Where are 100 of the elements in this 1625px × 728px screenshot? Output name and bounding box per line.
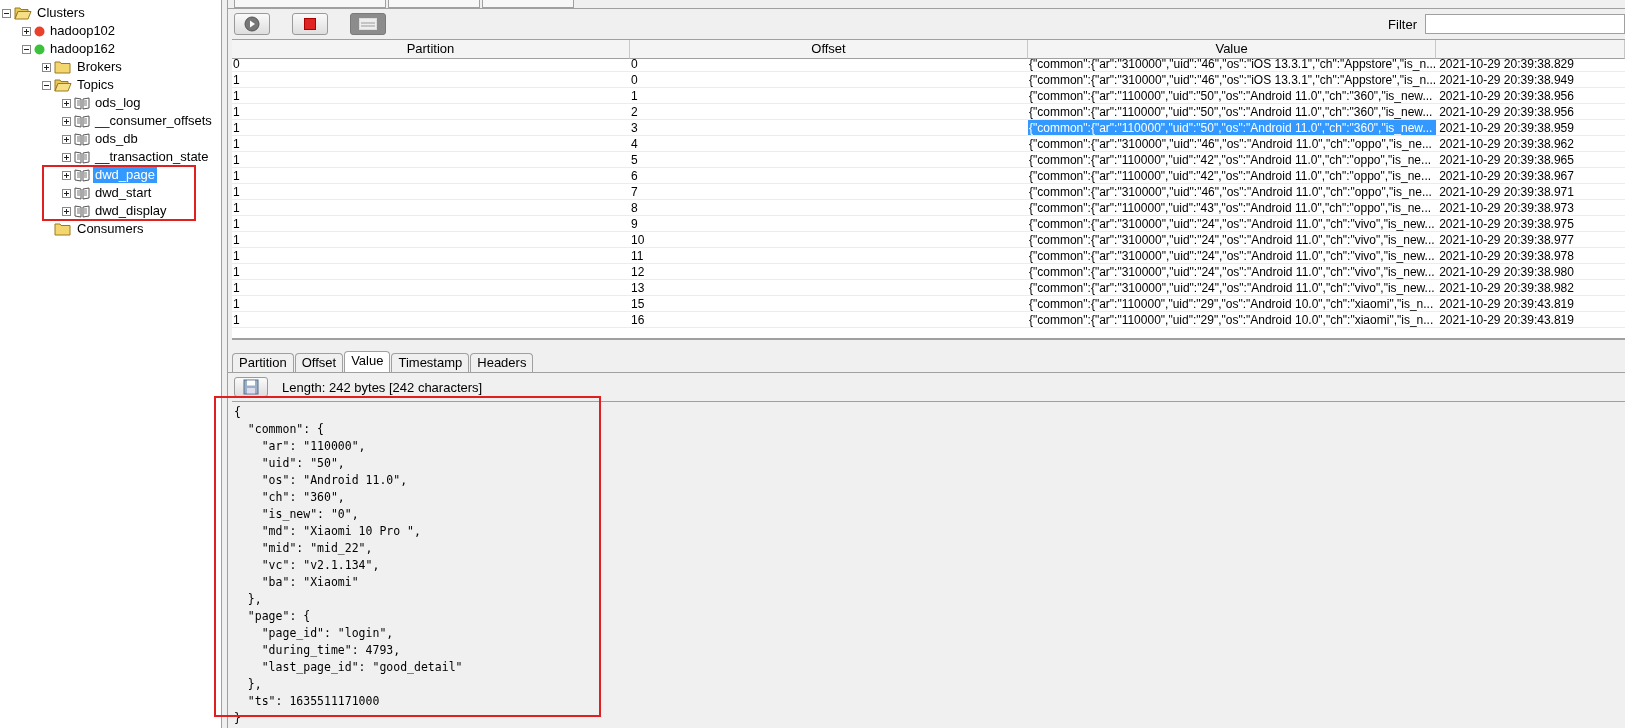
table-cell[interactable]: {"common":{"ar":"110000","uid":"29","os":"Android 10.0","ch":"xiaomi","is_n...: [1028, 312, 1437, 328]
table-cell[interactable]: {"common":{"ar":"110000","uid":"43","os":"Android 11.0","ch":"oppo","is_ne...: [1028, 200, 1437, 216]
tree-item[interactable]: hadoop162: [48, 41, 118, 57]
folder-icon: [14, 6, 32, 20]
tab[interactable]: Timestamp: [391, 353, 470, 372]
table-cell: 5: [630, 152, 1028, 168]
filter-field[interactable]: [1425, 14, 1625, 34]
code-line: "page_id": "login",: [260, 625, 395, 642]
table-cell: 1: [232, 184, 630, 200]
table-cell: 0: [630, 56, 1028, 72]
tab[interactable]: Partition: [232, 353, 294, 372]
expand-toggle[interactable]: [62, 98, 71, 108]
code-line: {: [234, 404, 242, 421]
book-icon: [74, 132, 90, 146]
tree-item[interactable]: __consumer_offsets: [93, 113, 214, 129]
table-cell: 9: [630, 216, 1028, 232]
tree-item[interactable]: ods_db: [93, 131, 140, 147]
table-cell: 1: [232, 136, 630, 152]
tree-item[interactable]: dwd_display: [93, 203, 169, 219]
tree-item[interactable]: Clusters: [35, 5, 87, 21]
table-cell[interactable]: {"common":{"ar":"310000","uid":"46","os":"iOS 13.3.1","ch":"Appstore","is_n...: [1028, 56, 1437, 72]
table-cell: 2021-10-29 20:39:38.956: [1436, 104, 1625, 120]
table-cell[interactable]: {"common":{"ar":"310000","uid":"24","os":"Android 11.0","ch":"vivo","is_new...: [1028, 216, 1437, 232]
tab[interactable]: Offset: [294, 353, 344, 372]
expand-toggle[interactable]: [62, 170, 71, 180]
column-header[interactable]: Partition: [232, 40, 630, 59]
book-icon: [74, 168, 90, 182]
expand-toggle[interactable]: [62, 134, 71, 144]
tree-item[interactable]: dwd_start: [93, 185, 154, 201]
expand-toggle[interactable]: [62, 152, 71, 162]
code-line: "vc": "v2.1.134",: [260, 557, 381, 574]
table-cell: 2021-10-29 20:39:38.982: [1436, 280, 1625, 296]
table-cell[interactable]: {"common":{"ar":"310000","uid":"24","os":"Android 11.0","ch":"vivo","is_new...: [1028, 248, 1437, 264]
table-cell[interactable]: {"common":{"ar":"110000","uid":"50","os":"Android 11.0","ch":"360","is_new...: [1028, 88, 1437, 104]
expand-toggle[interactable]: [42, 80, 51, 90]
table-cell: 2021-10-29 20:39:38.977: [1436, 232, 1625, 248]
table-cell[interactable]: {"common":{"ar":"310000","uid":"46","os":"Android 11.0","ch":"oppo","is_ne...: [1028, 136, 1437, 152]
expand-toggle[interactable]: [2, 8, 11, 18]
code-line: "during_time": 4793,: [260, 642, 402, 659]
table-cell: 1: [630, 88, 1028, 104]
expand-toggle[interactable]: [42, 62, 51, 72]
table-cell: 1: [232, 264, 630, 280]
tree-item[interactable]: ods_log: [93, 95, 143, 111]
tab[interactable]: Headers: [470, 353, 534, 372]
book-icon: [74, 204, 90, 218]
play-icon: [244, 16, 260, 32]
column-header[interactable]: Value: [1028, 40, 1437, 59]
table-cell: 1: [232, 232, 630, 248]
table-cell: 0: [232, 56, 630, 72]
table-cell[interactable]: {"common":{"ar":"310000","uid":"24","os":"Android 11.0","ch":"vivo","is_new...: [1028, 280, 1437, 296]
column-header[interactable]: Offset: [630, 40, 1028, 59]
table-cell: 2021-10-29 20:39:38.829: [1436, 56, 1625, 72]
table-cell: 1: [232, 152, 630, 168]
table-cell: 15: [630, 296, 1028, 312]
tree-item[interactable]: Consumers: [75, 221, 146, 237]
tab[interactable]: Value: [344, 351, 391, 372]
expand-toggle[interactable]: [62, 188, 71, 198]
length-text: Length: 242 bytes [242 characters]: [282, 379, 483, 395]
save-button[interactable]: [234, 377, 268, 397]
panel-button[interactable]: [350, 13, 386, 35]
table-cell: 2021-10-29 20:39:38.973: [1436, 200, 1625, 216]
expand-toggle[interactable]: [62, 116, 71, 126]
table-cell: 6: [630, 168, 1028, 184]
table-cell: 1: [232, 280, 630, 296]
code-line: "last_page_id": "good_detail": [260, 659, 464, 676]
stop-button[interactable]: [292, 13, 328, 35]
window-icon: [359, 18, 377, 30]
tree-item[interactable]: Brokers: [75, 59, 124, 75]
folder-icon: [54, 78, 72, 92]
tree-item[interactable]: hadoop102: [48, 23, 118, 39]
expand-toggle[interactable]: [62, 206, 71, 216]
expand-toggle[interactable]: [22, 44, 31, 54]
table-cell[interactable]: {"common":{"ar":"110000","uid":"29","os":"Android 10.0","ch":"xiaomi","is_n...: [1028, 296, 1437, 312]
table-cell: 1: [232, 200, 630, 216]
code-line: "mid": "mid_22",: [260, 540, 374, 557]
tree-item[interactable]: __transaction_state: [93, 149, 211, 165]
code-line: "uid": "50",: [260, 455, 346, 472]
table-cell[interactable]: {"common":{"ar":"310000","uid":"46","os":"iOS 13.3.1","ch":"Appstore","is_n...: [1028, 72, 1437, 88]
table-cell: 2021-10-29 20:39:38.978: [1436, 248, 1625, 264]
play-button[interactable]: [234, 13, 270, 35]
table-cell[interactable]: {"common":{"ar":"310000","uid":"24","os":"Android 11.0","ch":"vivo","is_new...: [1028, 264, 1437, 280]
stop-icon: [304, 18, 316, 30]
code-line: "os": "Android 11.0",: [260, 472, 409, 489]
folder-icon: [54, 60, 72, 74]
tree-item[interactable]: Topics: [75, 77, 116, 93]
code-line: "is_new": "0",: [260, 506, 360, 523]
table-cell: 11: [630, 248, 1028, 264]
table-cell: 1: [232, 104, 630, 120]
table-cell[interactable]: {"common":{"ar":"110000","uid":"42","os":"Android 11.0","ch":"oppo","is_ne...: [1028, 152, 1437, 168]
table-cell: 2021-10-29 20:39:38.959: [1436, 120, 1625, 136]
table-cell: 1: [232, 168, 630, 184]
table-cell[interactable]: {"common":{"ar":"310000","uid":"24","os":"Android 11.0","ch":"vivo","is_new...: [1028, 232, 1437, 248]
table-cell: 2: [630, 104, 1028, 120]
table-cell[interactable]: {"common":{"ar":"310000","uid":"46","os":"Android 11.0","ch":"oppo","is_ne...: [1028, 184, 1437, 200]
table-cell: 2021-10-29 20:39:38.971: [1436, 184, 1625, 200]
expand-toggle[interactable]: [22, 26, 31, 36]
table-cell: 2021-10-29 20:39:38.967: [1436, 168, 1625, 184]
table-cell[interactable]: {"common":{"ar":"110000","uid":"42","os":"Android 11.0","ch":"oppo","is_ne...: [1028, 168, 1437, 184]
code-line: },: [246, 591, 263, 608]
table-cell: 1: [232, 296, 630, 312]
